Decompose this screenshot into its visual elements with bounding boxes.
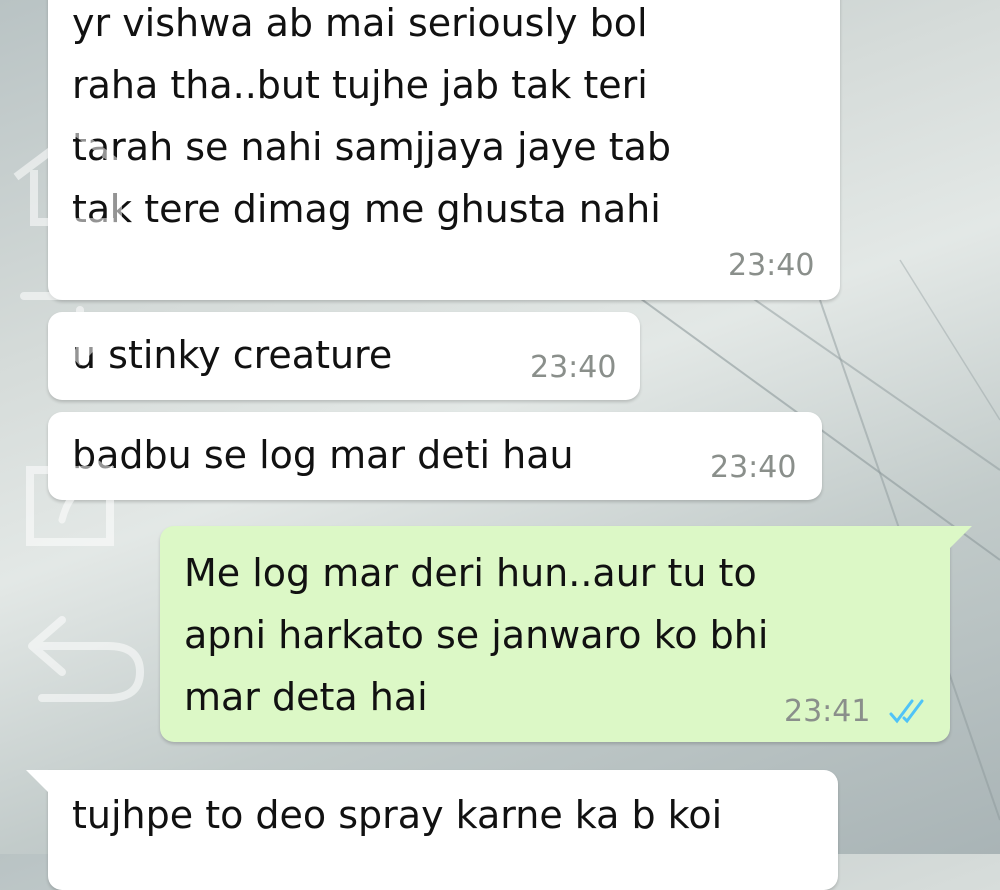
bubble-tail [26, 770, 48, 792]
bubble-tail [950, 526, 972, 548]
share-icon[interactable] [22, 450, 132, 550]
incoming-message[interactable]: badbu se log mar deti hau 23:40 [48, 412, 822, 500]
back-icon[interactable] [22, 600, 152, 710]
incoming-message[interactable]: tujhpe to deo spray karne ka b koi [26, 770, 838, 890]
message-text: yr vishwa ab mai seriously bol raha tha.… [72, 1, 672, 231]
message-time: 23:40 [728, 248, 815, 283]
incoming-message[interactable]: yr vishwa ab mai seriously bol raha tha.… [48, 0, 840, 300]
message-text: tujhpe to deo spray karne ka b koi [72, 793, 723, 837]
message-time: 23:40 [530, 350, 617, 385]
download-icon[interactable] [18, 286, 148, 396]
outgoing-message[interactable]: Me log mar deri hun..aur tu to apni hark… [160, 526, 972, 742]
home-icon[interactable] [6, 122, 146, 232]
message-text: badbu se log mar deti hau [72, 433, 574, 477]
message-time: 23:40 [710, 450, 797, 485]
message-time: 23:41 [784, 694, 871, 729]
double-check-icon [889, 699, 924, 724]
